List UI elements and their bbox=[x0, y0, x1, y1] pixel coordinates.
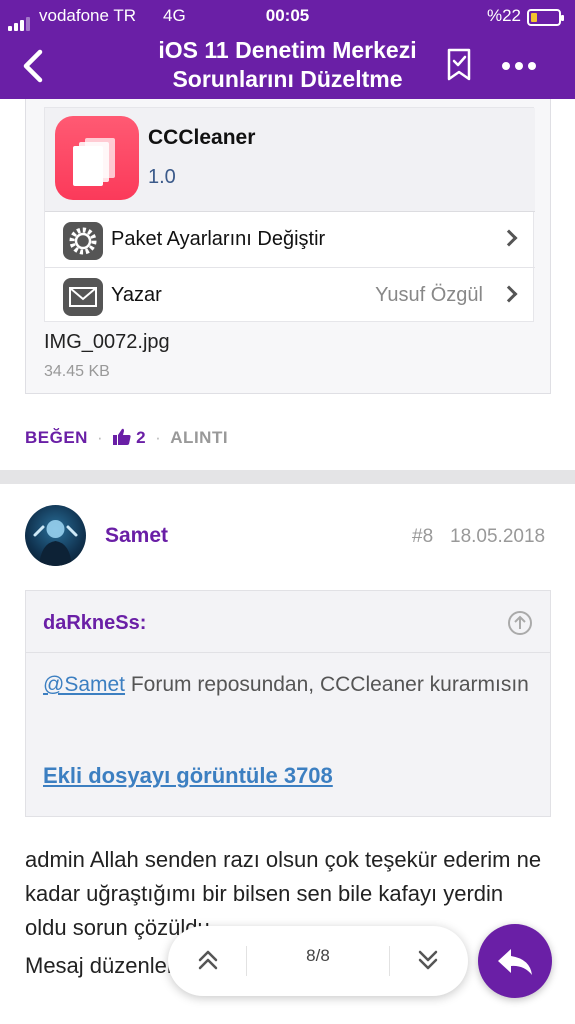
author-value: Yusuf Özgül bbox=[375, 284, 483, 306]
thumbs-up-icon bbox=[113, 428, 131, 445]
mention-link[interactable]: @Samet bbox=[43, 673, 125, 696]
author-row[interactable]: Yazar Yusuf Özgül bbox=[45, 268, 535, 324]
battery-icon bbox=[527, 9, 564, 26]
package-settings-row[interactable]: Paket Ayarlarını Değiştir bbox=[45, 212, 535, 268]
more-button[interactable] bbox=[502, 57, 542, 71]
page-navigator: 8/8 bbox=[168, 926, 468, 996]
bookmark-icon bbox=[447, 48, 471, 81]
attachment-file-size: 34.45 KB bbox=[44, 363, 110, 380]
like-count-button[interactable]: 2 bbox=[112, 428, 146, 447]
back-button[interactable] bbox=[18, 44, 48, 88]
page-title-line2: Sorunlarını Düzeltme bbox=[172, 66, 403, 92]
top-bar: vodafone TR 4G 00:05 %22 iOS 11 Denetim … bbox=[0, 0, 575, 99]
status-bar: vodafone TR 4G 00:05 %22 bbox=[0, 4, 575, 31]
like-count: 2 bbox=[136, 428, 147, 447]
avatar[interactable] bbox=[25, 505, 86, 566]
separator-dot: · bbox=[155, 428, 162, 447]
arrow-up-circle-icon[interactable] bbox=[508, 611, 532, 635]
chevron-left-icon bbox=[23, 49, 43, 83]
package-header: CCCleaner 1.0 bbox=[45, 108, 535, 212]
cccleaner-app-icon bbox=[55, 116, 139, 200]
post-username[interactable]: Samet bbox=[105, 524, 168, 548]
post-divider bbox=[0, 470, 575, 484]
package-version: 1.0 bbox=[148, 166, 176, 188]
page-indicator[interactable]: 8/8 bbox=[246, 946, 390, 976]
more-dots-icon bbox=[502, 62, 510, 70]
reply-arrow-icon bbox=[498, 949, 532, 975]
package-card[interactable]: CCCleaner 1.0 Paket Ayarlarını Değiştir … bbox=[44, 107, 535, 324]
quote-text-content: Forum reposundan, CCCleaner kurarmısın bbox=[125, 673, 529, 696]
doc-shape bbox=[73, 146, 103, 186]
double-chevron-up-icon bbox=[198, 950, 218, 970]
chevron-right-icon bbox=[500, 229, 518, 247]
package-settings-label: Paket Ayarlarını Değiştir bbox=[111, 228, 326, 250]
chevron-right-icon bbox=[500, 285, 518, 303]
reply-button[interactable] bbox=[478, 924, 552, 998]
package-name: CCCleaner bbox=[148, 126, 256, 149]
attachment-file-name[interactable]: IMG_0072.jpg bbox=[44, 331, 170, 354]
quote-header: daRkneSs: bbox=[26, 591, 550, 653]
page-title-line1: iOS 11 Denetim Merkezi bbox=[158, 37, 417, 63]
post-number[interactable]: #8 bbox=[412, 526, 433, 548]
page-title: iOS 11 Denetim Merkezi Sorunlarını Düzel… bbox=[95, 36, 480, 94]
author-label: Yazar bbox=[111, 284, 162, 306]
mail-icon bbox=[63, 278, 103, 316]
battery-percent: %22 bbox=[486, 6, 521, 25]
battery-fill bbox=[531, 13, 537, 22]
attachment-container: CCCleaner 1.0 Paket Ayarlarını Değiştir … bbox=[25, 99, 551, 394]
double-chevron-down-icon bbox=[418, 950, 438, 970]
attachment-view-link[interactable]: Ekli dosyayı görüntüle 3708 bbox=[43, 763, 333, 789]
separator-dot: · bbox=[96, 428, 104, 447]
first-page-button[interactable] bbox=[190, 942, 226, 978]
bookmark-button[interactable] bbox=[446, 48, 472, 82]
post-actions: BEĞEN · 2 · ALINTI bbox=[25, 428, 228, 448]
more-dot bbox=[528, 62, 536, 70]
like-button[interactable]: BEĞEN bbox=[25, 428, 88, 447]
quote-button[interactable]: ALINTI bbox=[170, 428, 228, 447]
quote-block: daRkneSs: @Samet Forum reposundan, CCCle… bbox=[25, 590, 551, 817]
post-date: 18.05.2018 bbox=[450, 526, 546, 547]
quote-text: @Samet Forum reposundan, CCCleaner kurar… bbox=[43, 669, 533, 701]
last-page-button[interactable] bbox=[410, 942, 446, 978]
quote-author[interactable]: daRkneSs: bbox=[43, 612, 146, 635]
more-dot bbox=[515, 62, 523, 70]
gear-icon bbox=[63, 222, 103, 260]
